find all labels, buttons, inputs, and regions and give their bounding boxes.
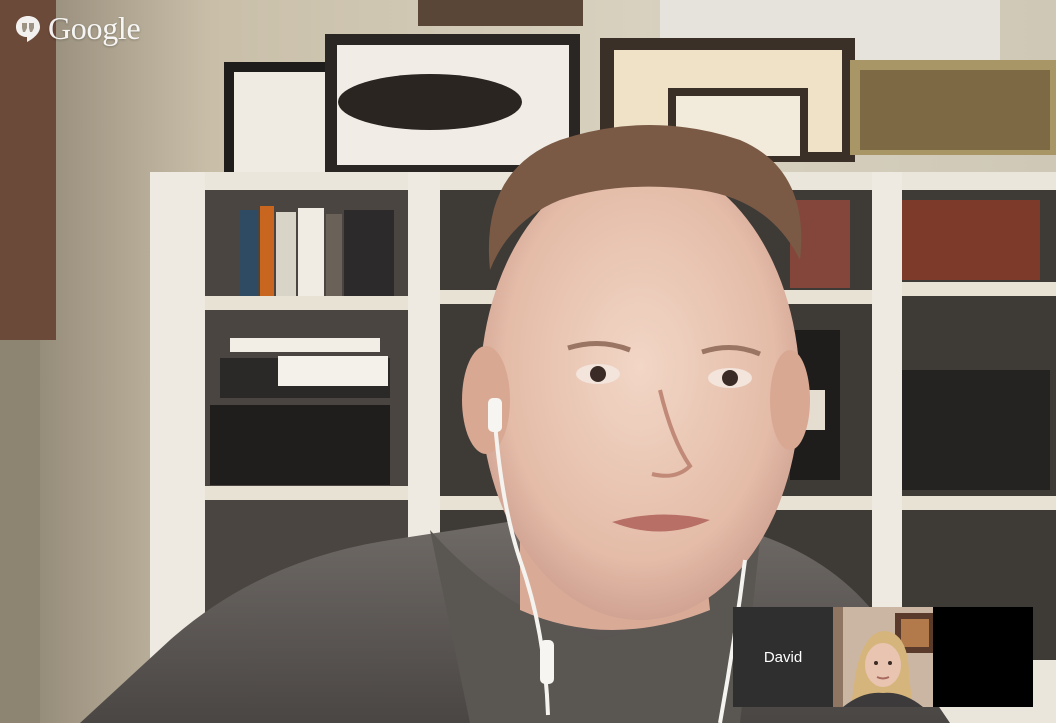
self-video-thumbnail[interactable] — [833, 607, 933, 707]
participant-name: David — [763, 648, 803, 666]
hangouts-quote-icon — [16, 15, 40, 42]
hangout-stage: Google David — [0, 0, 1056, 723]
self-camera-preview — [833, 607, 933, 707]
participant-tile-david[interactable]: David — [733, 607, 833, 707]
google-logo: Google — [14, 10, 141, 47]
participant-filmstrip: David — [733, 607, 1033, 707]
empty-participant-tile[interactable] — [933, 607, 1033, 707]
google-wordmark: Google — [48, 10, 141, 46]
